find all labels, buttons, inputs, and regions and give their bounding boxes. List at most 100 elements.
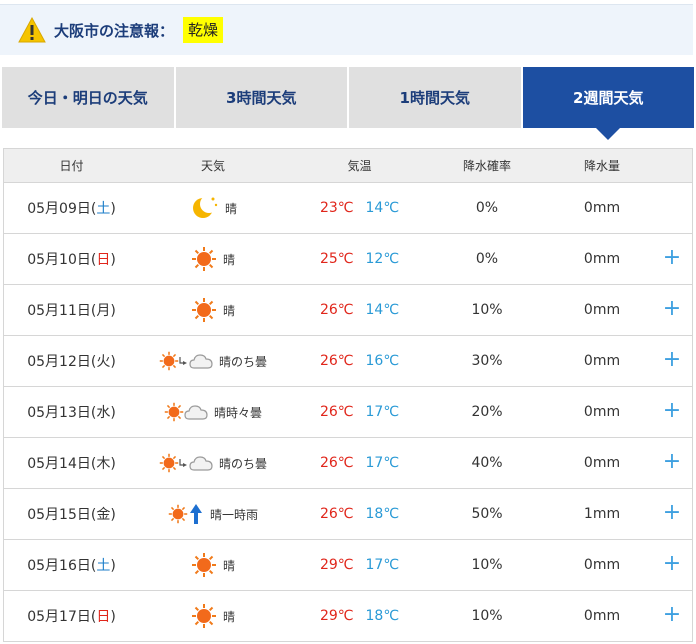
- row-precip-prob: 0%: [475, 200, 499, 216]
- expand-plus-icon[interactable]: +: [662, 501, 682, 525]
- row-precip-prob: 10%: [471, 608, 503, 624]
- row-temp: 23℃ 14℃: [287, 200, 432, 216]
- row-day-of-week: 土: [96, 201, 111, 217]
- sun-icon: [191, 552, 217, 578]
- row-date: 05月11日(月): [27, 303, 116, 319]
- row-temp: 26℃ 14℃: [287, 302, 432, 318]
- row-temp-high: 29℃: [319, 557, 354, 573]
- row-precip-amount: 0mm: [583, 455, 621, 471]
- row-date: 05月10日(日): [27, 252, 116, 268]
- header-temp: 気温: [347, 159, 372, 173]
- table-header: 日付 天気 気温 降水確率 降水量: [4, 149, 692, 183]
- row-temp-low: 14℃: [365, 302, 400, 318]
- row-weather: 晴のち曇: [139, 453, 287, 473]
- row-weather-text: 晴: [222, 303, 235, 318]
- alert-badge[interactable]: 乾燥: [183, 17, 224, 43]
- row-temp: 26℃ 17℃: [287, 455, 432, 471]
- row-weather-text: 晴一時雨: [209, 507, 258, 522]
- row-weather-text: 晴: [224, 201, 237, 216]
- row-weather: 晴: [139, 246, 287, 272]
- expand-plus-icon[interactable]: +: [662, 552, 682, 576]
- row-day-of-week: 木: [96, 456, 111, 472]
- row-weather-text: 晴: [222, 252, 235, 267]
- tab-3hour[interactable]: 3時間天気: [175, 67, 347, 128]
- table-row[interactable]: 05月11日(月) 晴 26℃ 14℃ 10% 0mm +: [4, 285, 692, 336]
- row-precip-prob: 40%: [471, 455, 503, 471]
- row-temp-low: 18℃: [365, 506, 400, 522]
- table-row[interactable]: 05月10日(日) 晴 25℃ 12℃ 0% 0mm +: [4, 234, 692, 285]
- table-row[interactable]: 05月17日(日) 晴 29℃ 18℃ 10% 0mm +: [4, 591, 692, 642]
- alert-bar: 大阪市の注意報： 乾燥: [0, 4, 693, 55]
- row-precip-amount: 0mm: [583, 251, 621, 267]
- row-precip-prob: 20%: [471, 404, 503, 420]
- row-temp-high: 26℃: [319, 302, 354, 318]
- row-date: 05月17日(日): [27, 609, 116, 625]
- header-precip-prob: 降水確率: [462, 159, 511, 173]
- row-weather-text: 晴: [222, 609, 235, 624]
- row-day-of-week: 土: [96, 558, 111, 574]
- expand-plus-icon[interactable]: +: [662, 450, 682, 474]
- table-row[interactable]: 05月14日(木) 晴のち曇 26℃ 17℃ 40% 0mm +: [4, 438, 692, 489]
- row-precip-amount: 0mm: [583, 404, 621, 420]
- row-precip-amount: 1mm: [583, 506, 621, 522]
- sun-then-cloud-icon: [159, 351, 213, 371]
- tab-today-tomorrow[interactable]: 今日・明日の天気: [2, 67, 174, 128]
- tab-1hour[interactable]: 1時間天気: [349, 67, 521, 128]
- row-temp: 29℃ 17℃: [287, 557, 432, 573]
- row-precip-amount: 0mm: [583, 557, 621, 573]
- row-date: 05月14日(木): [27, 456, 116, 472]
- row-temp-low: 17℃: [365, 455, 400, 471]
- row-date: 05月09日(土): [27, 201, 116, 217]
- row-temp-high: 26℃: [319, 455, 354, 471]
- table-body: 05月09日(土) 晴 23℃ 14℃ 0% 0mm 05月10日(日) 晴 25℃ 12℃ 0% 0…: [4, 183, 692, 642]
- row-precip-amount: 0mm: [583, 302, 621, 318]
- row-date: 05月16日(土): [27, 558, 116, 574]
- row-temp: 25℃ 12℃: [287, 251, 432, 267]
- row-date: 05月15日(金): [27, 507, 116, 523]
- row-weather-text: 晴: [222, 558, 235, 573]
- row-weather: 晴時々曇: [139, 402, 287, 422]
- expand-plus-icon[interactable]: +: [662, 246, 682, 270]
- expand-plus-icon[interactable]: +: [662, 603, 682, 627]
- alert-label: 大阪市の注意報：: [54, 21, 175, 40]
- row-temp-low: 17℃: [365, 404, 400, 420]
- row-precip-amount: 0mm: [583, 608, 621, 624]
- row-weather-text: 晴時々曇: [213, 405, 262, 420]
- row-weather-text: 晴のち曇: [218, 456, 267, 471]
- tab-2week[interactable]: 2週間天気: [522, 67, 694, 140]
- row-temp: 26℃ 16℃: [287, 353, 432, 369]
- row-weather: 晴: [139, 552, 287, 578]
- table-row[interactable]: 05月12日(火) 晴のち曇 26℃ 16℃ 30% 0mm +: [4, 336, 692, 387]
- table-row[interactable]: 05月16日(土) 晴 29℃ 17℃ 10% 0mm +: [4, 540, 692, 591]
- expand-plus-icon[interactable]: +: [662, 297, 682, 321]
- row-day-of-week: 月: [96, 303, 111, 319]
- expand-plus-icon[interactable]: +: [662, 348, 682, 372]
- sun-icon: [191, 603, 217, 629]
- forecast-table: 日付 天気 気温 降水確率 降水量 05月09日(土) 晴 23℃ 14℃ 0% 0mm 0…: [3, 148, 693, 642]
- sun-icon: [191, 246, 217, 272]
- row-temp-low: 18℃: [365, 608, 400, 624]
- forecast-tabs: 今日・明日の天気 3時間天気 1時間天気 2週間天気: [2, 67, 694, 140]
- row-day-of-week: 日: [96, 252, 111, 268]
- moon-icon: [189, 196, 219, 220]
- sun-sometimes-cloud-icon: [164, 402, 208, 422]
- row-temp-high: 23℃: [319, 200, 354, 216]
- row-temp-high: 29℃: [319, 608, 354, 624]
- sun-then-cloud-icon: [159, 453, 213, 473]
- table-row[interactable]: 05月15日(金) 晴一時雨 26℃ 18℃ 50% 1mm +: [4, 489, 692, 540]
- row-weather: 晴のち曇: [139, 351, 287, 371]
- row-temp-low: 12℃: [365, 251, 400, 267]
- row-weather: 晴: [139, 297, 287, 323]
- row-weather: 晴: [139, 603, 287, 629]
- row-weather: 晴一時雨: [139, 503, 287, 525]
- row-temp: 26℃ 18℃: [287, 506, 432, 522]
- row-temp-low: 14℃: [365, 200, 400, 216]
- row-precip-prob: 10%: [471, 557, 503, 573]
- table-row[interactable]: 05月13日(水) 晴時々曇 26℃ 17℃ 20% 0mm +: [4, 387, 692, 438]
- row-date: 05月13日(水): [27, 405, 116, 421]
- expand-plus-icon[interactable]: +: [662, 399, 682, 423]
- row-temp: 26℃ 17℃: [287, 404, 432, 420]
- row-precip-prob: 50%: [471, 506, 503, 522]
- sun-rain-icon: [168, 503, 204, 525]
- warning-icon: [18, 17, 46, 43]
